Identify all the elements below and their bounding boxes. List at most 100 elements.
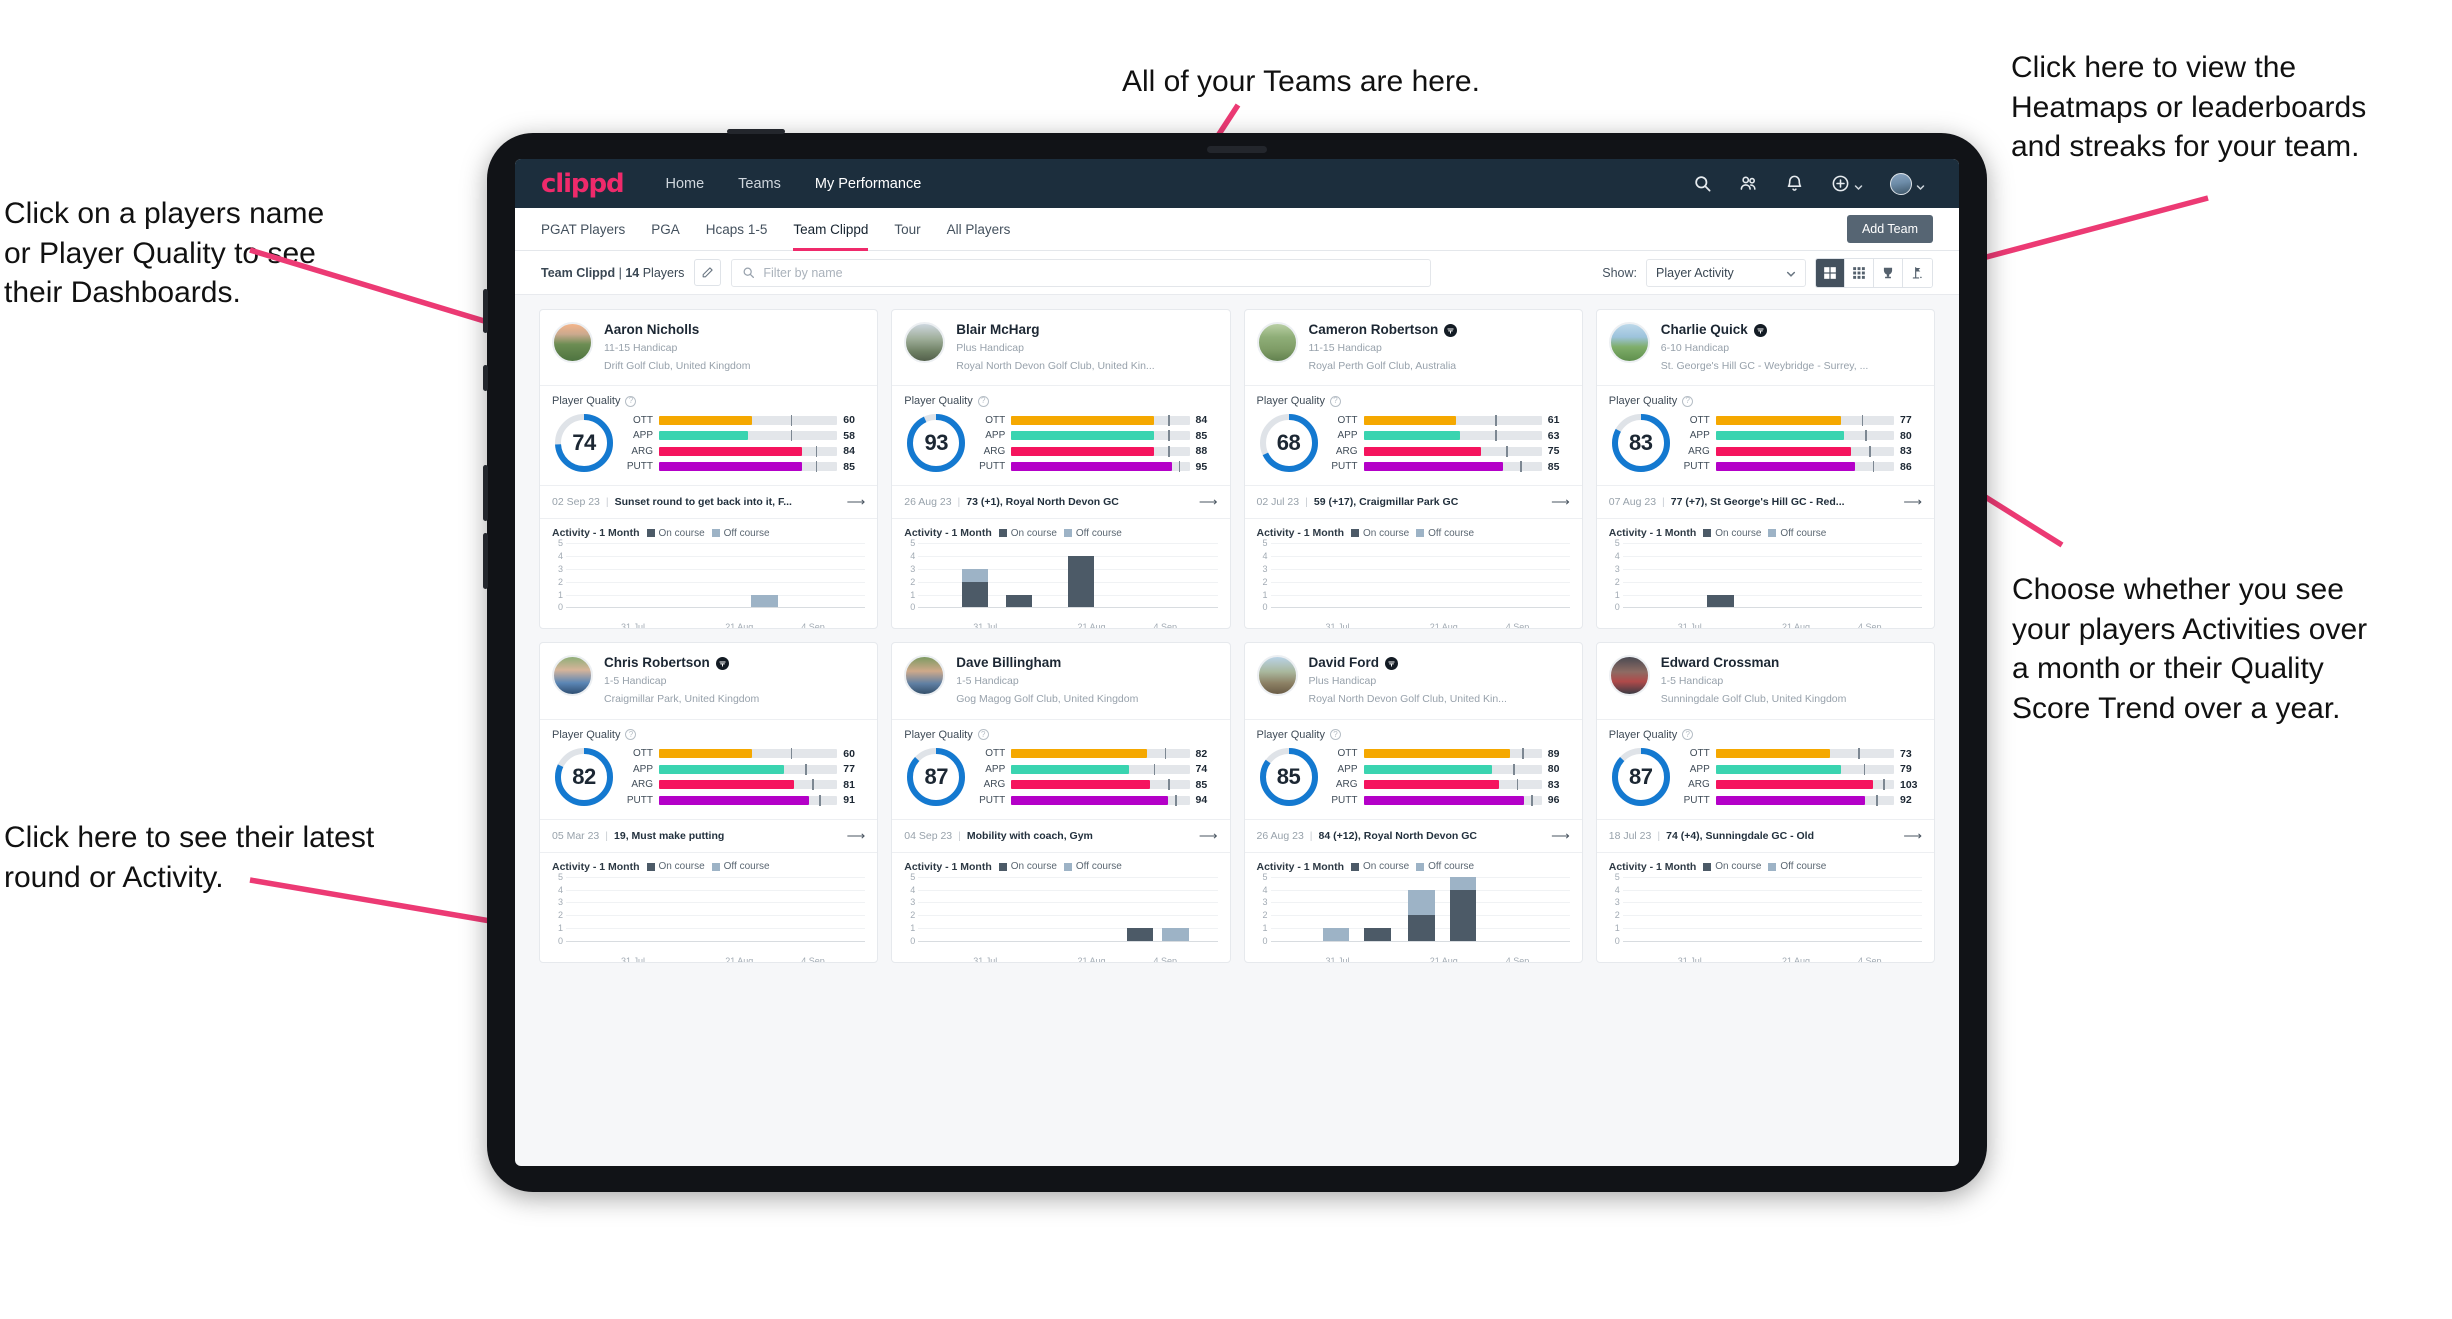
nav-link-teams[interactable]: Teams (736, 172, 783, 196)
latest-round-row[interactable]: 04 Sep 23 | Mobility with coach, Gym ⟶ (892, 818, 1230, 852)
tab-all-players[interactable]: All Players (947, 208, 1011, 251)
player-card-header[interactable]: Dave Billingham 1-5 Handicap Gog Magog G… (892, 643, 1229, 718)
search-input[interactable] (763, 265, 1421, 280)
player-name-row[interactable]: Chris Robertson (604, 655, 759, 672)
player-name[interactable]: Aaron Nicholls (604, 322, 699, 339)
tab-team-clippd[interactable]: Team Clippd (793, 208, 869, 251)
latest-round-row[interactable]: 05 Mar 23 | 19, Must make putting ⟶ (540, 818, 878, 852)
power-button[interactable] (727, 129, 785, 134)
player-card[interactable]: Aaron Nicholls 11-15 Handicap Drift Golf… (539, 309, 879, 630)
help-icon[interactable]: ? (977, 395, 989, 407)
latest-round-row[interactable]: 07 Aug 23 | 77 (+7), St George's Hill GC… (1596, 485, 1934, 518)
player-card[interactable]: Chris Robertson 1-5 Handicap Craigmillar… (539, 642, 879, 963)
arrow-right-icon[interactable]: ⟶ (1199, 494, 1218, 510)
help-icon[interactable]: ? (625, 729, 637, 741)
player-card-header[interactable]: Edward Crossman 1-5 Handicap Sunningdale… (1597, 643, 1934, 718)
player-card-header[interactable]: Blair McHarg Plus Handicap Royal North D… (892, 310, 1229, 385)
player-avatar[interactable] (1608, 322, 1650, 363)
arrow-right-icon[interactable]: ⟶ (1199, 828, 1218, 844)
bell-icon[interactable] (1785, 174, 1804, 193)
add-menu[interactable] (1831, 174, 1863, 193)
player-card[interactable]: Edward Crossman 1-5 Handicap Sunningdale… (1595, 642, 1935, 963)
player-avatar[interactable] (1256, 322, 1298, 363)
player-card[interactable]: Blair McHarg Plus Handicap Royal North D… (891, 309, 1231, 630)
player-quality-section[interactable]: Player Quality ? 93 OTT 84 APP 85 ARG 88… (892, 385, 1230, 485)
player-name[interactable]: Cameron Robertson (1309, 322, 1439, 339)
user-menu[interactable] (1890, 172, 1925, 195)
volume-down-button[interactable] (483, 365, 488, 391)
dense-grid-view-icon[interactable] (1845, 258, 1874, 287)
player-quality-section[interactable]: Player Quality ? 87 OTT 82 APP 74 ARG 85… (892, 718, 1230, 819)
player-card[interactable]: Charlie Quick 6-10 Handicap St. George's… (1595, 309, 1935, 630)
arrow-right-icon[interactable]: ⟶ (1903, 828, 1922, 844)
edit-team-button[interactable] (694, 259, 722, 286)
tab-pga[interactable]: PGA (651, 208, 680, 251)
player-avatar[interactable] (904, 322, 946, 363)
tab-hcaps-1-5[interactable]: Hcaps 1-5 (706, 208, 768, 251)
player-card-header[interactable]: Aaron Nicholls 11-15 Handicap Drift Golf… (540, 310, 877, 385)
player-name[interactable]: Dave Billingham (956, 655, 1061, 672)
help-icon[interactable]: ? (625, 395, 637, 407)
player-quality-section[interactable]: Player Quality ? 87 OTT 73 APP 79 ARG 10… (1596, 718, 1934, 819)
tab-pgat-players[interactable]: PGAT Players (541, 208, 625, 251)
player-card-header[interactable]: Chris Robertson 1-5 Handicap Craigmillar… (540, 643, 877, 718)
help-icon[interactable]: ? (1682, 729, 1694, 741)
arrow-right-icon[interactable]: ⟶ (1903, 494, 1922, 510)
player-name[interactable]: Chris Robertson (604, 655, 710, 672)
player-quality-section[interactable]: Player Quality ? 74 OTT 60 APP 58 ARG 84… (540, 385, 878, 485)
player-name-row[interactable]: Blair McHarg (956, 322, 1154, 339)
latest-round-row[interactable]: 02 Jul 23 | 59 (+17), Craigmillar Park G… (1244, 485, 1582, 518)
player-avatar[interactable] (1608, 655, 1650, 697)
avatar[interactable] (1890, 172, 1912, 195)
player-card-header[interactable]: David Ford Plus Handicap Royal North Dev… (1245, 643, 1582, 718)
plus-circle-icon[interactable] (1831, 174, 1850, 193)
player-avatar[interactable] (552, 655, 593, 697)
golf-flag-view-icon[interactable] (1903, 258, 1932, 287)
people-icon[interactable] (1739, 174, 1758, 193)
player-avatar[interactable] (1256, 655, 1298, 697)
latest-round-row[interactable]: 26 Aug 23 | 84 (+12), Royal North Devon … (1244, 818, 1582, 852)
player-name[interactable]: David Ford (1309, 655, 1380, 672)
player-card[interactable]: Dave Billingham 1-5 Handicap Gog Magog G… (891, 642, 1231, 963)
player-name[interactable]: Blair McHarg (956, 322, 1039, 339)
player-card-header[interactable]: Cameron Robertson 11-15 Handicap Royal P… (1245, 310, 1582, 385)
player-card[interactable]: David Ford Plus Handicap Royal North Dev… (1243, 642, 1583, 963)
nav-link-my-performance[interactable]: My Performance (813, 172, 923, 196)
latest-round-row[interactable]: 02 Sep 23 | Sunset round to get back int… (540, 485, 878, 518)
show-select[interactable]: Player Activity (1646, 258, 1806, 287)
side-button-4[interactable] (483, 533, 488, 589)
player-avatar[interactable] (552, 322, 593, 363)
trophy-view-icon[interactable] (1874, 258, 1903, 287)
help-icon[interactable]: ? (1329, 729, 1341, 741)
help-icon[interactable]: ? (1329, 395, 1341, 407)
player-name-row[interactable]: Cameron Robertson (1309, 322, 1458, 339)
grid-view-icon[interactable] (1816, 258, 1845, 287)
help-icon[interactable]: ? (1682, 395, 1694, 407)
player-quality-section[interactable]: Player Quality ? 83 OTT 77 APP 80 ARG 83… (1596, 385, 1934, 485)
player-card[interactable]: Cameron Robertson 11-15 Handicap Royal P… (1243, 309, 1583, 630)
player-name[interactable]: Charlie Quick (1661, 322, 1748, 339)
arrow-right-icon[interactable]: ⟶ (1551, 494, 1570, 510)
player-card-header[interactable]: Charlie Quick 6-10 Handicap St. George's… (1597, 310, 1934, 385)
search-icon[interactable] (1693, 174, 1712, 193)
arrow-right-icon[interactable]: ⟶ (847, 828, 866, 844)
player-name-row[interactable]: David Ford (1309, 655, 1507, 672)
add-team-button[interactable]: Add Team (1846, 215, 1933, 243)
player-name-row[interactable]: Charlie Quick (1661, 322, 1869, 339)
player-quality-section[interactable]: Player Quality ? 82 OTT 60 APP 77 ARG 81… (540, 718, 878, 819)
latest-round-row[interactable]: 26 Aug 23 | 73 (+1), Royal North Devon G… (892, 485, 1230, 518)
volume-up-button[interactable] (483, 289, 488, 333)
nav-link-home[interactable]: Home (663, 172, 706, 196)
player-quality-section[interactable]: Player Quality ? 68 OTT 61 APP 63 ARG 75… (1244, 385, 1582, 485)
clippd-logo[interactable]: clippd (541, 169, 625, 199)
search-field-wrapper[interactable] (731, 258, 1432, 287)
latest-round-row[interactable]: 18 Jul 23 | 74 (+4), Sunningdale GC - Ol… (1596, 818, 1934, 852)
arrow-right-icon[interactable]: ⟶ (1551, 828, 1570, 844)
player-name-row[interactable]: Dave Billingham (956, 655, 1138, 672)
player-avatar[interactable] (904, 655, 946, 697)
player-quality-section[interactable]: Player Quality ? 85 OTT 89 APP 80 ARG 83… (1244, 718, 1582, 819)
tab-tour[interactable]: Tour (894, 208, 920, 251)
player-name-row[interactable]: Edward Crossman (1661, 655, 1847, 672)
help-icon[interactable]: ? (977, 729, 989, 741)
side-button-3[interactable] (483, 465, 488, 521)
